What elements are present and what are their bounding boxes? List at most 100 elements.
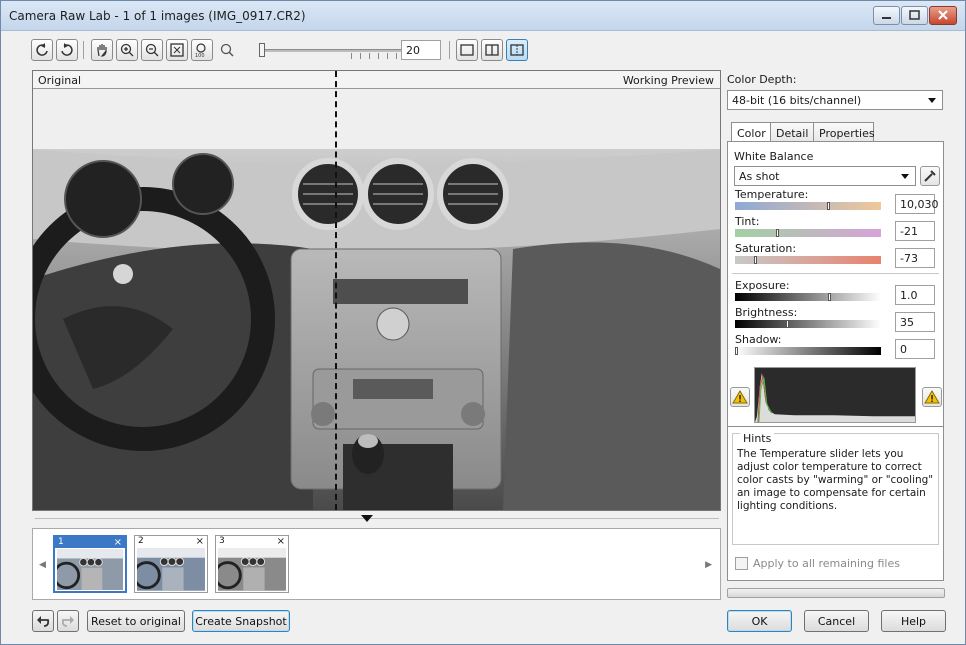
warning-icon bbox=[924, 390, 940, 404]
temperature-slider[interactable] bbox=[735, 202, 881, 210]
color-depth-value: 48-bit (16 bits/channel) bbox=[732, 94, 862, 107]
zoom-out-button[interactable] bbox=[141, 39, 163, 61]
brightness-slider[interactable] bbox=[735, 320, 881, 328]
shadow-label: Shadow: bbox=[735, 333, 782, 346]
shadow-slider[interactable] bbox=[735, 347, 881, 355]
thumbnail-2[interactable]: 2 × bbox=[134, 535, 208, 593]
ok-button[interactable]: OK bbox=[727, 610, 792, 632]
single-view-icon bbox=[460, 44, 474, 56]
maximize-icon bbox=[909, 10, 920, 20]
rotate-left-button[interactable] bbox=[31, 39, 53, 61]
progress-bar bbox=[727, 588, 945, 598]
white-balance-label: White Balance bbox=[734, 150, 814, 163]
actual-size-button[interactable]: 100 bbox=[191, 39, 213, 61]
tint-slider[interactable] bbox=[735, 229, 881, 237]
tint-slider-thumb[interactable] bbox=[776, 229, 779, 237]
tint-label: Tint: bbox=[735, 215, 760, 228]
zoom-tool-button[interactable] bbox=[216, 39, 238, 61]
zoom-slider-track[interactable] bbox=[261, 49, 421, 52]
tab-color[interactable]: Color bbox=[731, 122, 771, 143]
scroll-left-icon[interactable]: ◀ bbox=[39, 560, 46, 570]
thumbnail-header: 3 × bbox=[216, 536, 288, 547]
thumbnail-image bbox=[218, 548, 286, 591]
pan-tool-button[interactable] bbox=[91, 39, 113, 61]
thumbnail-1[interactable]: 1 × bbox=[53, 535, 127, 593]
thumbnail-image bbox=[57, 549, 123, 591]
redo-button[interactable] bbox=[57, 610, 79, 632]
color-depth-label: Color Depth: bbox=[727, 73, 797, 86]
saturation-label: Saturation: bbox=[735, 242, 797, 255]
hints-group: Hints The Temperature slider lets you ad… bbox=[732, 432, 939, 545]
undo-button[interactable] bbox=[32, 610, 54, 632]
zoom-in-button[interactable] bbox=[116, 39, 138, 61]
brightness-field[interactable]: 35 bbox=[895, 312, 935, 332]
saturation-slider[interactable] bbox=[735, 256, 881, 264]
shadow-field[interactable]: 0 bbox=[895, 339, 935, 359]
eyedropper-icon bbox=[924, 170, 936, 182]
thumbnail-header: 2 × bbox=[135, 536, 207, 547]
collapse-filmstrip-arrow-icon[interactable] bbox=[361, 515, 373, 522]
white-balance-select[interactable]: As shot bbox=[734, 166, 916, 186]
thumbnail-number: 2 bbox=[138, 536, 144, 546]
hints-text: The Temperature slider lets you adjust c… bbox=[737, 448, 934, 512]
color-depth-select[interactable]: 48-bit (16 bits/channel) bbox=[727, 90, 943, 110]
tint-field[interactable]: -21 bbox=[895, 221, 935, 241]
brightness-slider-thumb[interactable] bbox=[786, 320, 789, 328]
apply-all-checkbox[interactable] bbox=[735, 557, 748, 570]
shadow-clipping-warning-button[interactable] bbox=[730, 387, 750, 407]
eyedropper-button[interactable] bbox=[920, 166, 940, 186]
temperature-slider-thumb[interactable] bbox=[827, 202, 830, 210]
exposure-field[interactable]: 1.0 bbox=[895, 285, 935, 305]
reset-to-original-button[interactable]: Reset to original bbox=[87, 610, 185, 632]
warning-icon bbox=[732, 390, 748, 404]
title-bar[interactable]: Camera Raw Lab - 1 of 1 images (IMG_0917… bbox=[1, 1, 965, 31]
window-title: Camera Raw Lab - 1 of 1 images (IMG_0917… bbox=[9, 9, 306, 23]
fit-icon bbox=[170, 43, 184, 57]
split-divider[interactable] bbox=[335, 71, 337, 510]
brightness-label: Brightness: bbox=[735, 306, 798, 319]
single-view-button[interactable] bbox=[456, 39, 478, 61]
help-button[interactable]: Help bbox=[881, 610, 946, 632]
create-snapshot-button[interactable]: Create Snapshot bbox=[192, 610, 290, 632]
hints-panel: Hints The Temperature slider lets you ad… bbox=[727, 426, 944, 581]
zoom-slider-thumb[interactable] bbox=[259, 43, 265, 57]
shadow-slider-thumb[interactable] bbox=[735, 347, 738, 355]
saturation-slider-thumb[interactable] bbox=[754, 256, 757, 264]
thumbnail-number: 1 bbox=[58, 537, 64, 547]
image-preview[interactable]: Original Working Preview bbox=[32, 70, 721, 511]
split-view-alt-button[interactable] bbox=[506, 39, 528, 61]
exposure-slider-thumb[interactable] bbox=[828, 293, 831, 301]
thumbnail-close-icon[interactable]: × bbox=[277, 536, 285, 547]
close-button[interactable] bbox=[929, 6, 957, 25]
fit-to-window-button[interactable] bbox=[166, 39, 188, 61]
maximize-button[interactable] bbox=[901, 6, 928, 25]
rotate-right-button[interactable] bbox=[56, 39, 78, 61]
preview-header: Original Working Preview bbox=[33, 71, 720, 89]
thumbnail-close-icon[interactable]: × bbox=[196, 536, 204, 547]
thumbnail-3[interactable]: 3 × bbox=[215, 535, 289, 593]
redo-icon bbox=[61, 616, 74, 627]
tab-properties[interactable]: Properties bbox=[813, 122, 875, 142]
split-view-button[interactable] bbox=[481, 39, 503, 61]
zoom-icon bbox=[220, 43, 234, 57]
temperature-label: Temperature: bbox=[735, 188, 809, 201]
exposure-slider[interactable] bbox=[735, 293, 881, 301]
original-label: Original bbox=[38, 74, 82, 87]
temperature-field[interactable]: 10,030 bbox=[895, 194, 939, 214]
thumbnail-header: 1 × bbox=[55, 537, 125, 548]
cancel-button[interactable]: Cancel bbox=[804, 610, 869, 632]
minimize-button[interactable] bbox=[873, 6, 900, 25]
hints-title: Hints bbox=[740, 432, 775, 445]
tab-detail[interactable]: Detail bbox=[770, 122, 814, 142]
thumbnail-number: 3 bbox=[219, 536, 225, 546]
filmstrip-divider bbox=[35, 518, 719, 519]
split-view-alt-icon bbox=[510, 44, 524, 56]
highlight-clipping-warning-button[interactable] bbox=[922, 387, 942, 407]
saturation-field[interactable]: -73 bbox=[895, 248, 935, 268]
scroll-right-icon[interactable]: ▶ bbox=[705, 560, 712, 570]
rotate-left-icon bbox=[36, 43, 48, 56]
zoom-value-field[interactable]: 20 bbox=[401, 40, 441, 60]
car-interior-photo bbox=[33, 89, 720, 510]
apply-all-label[interactable]: Apply to all remaining files bbox=[753, 557, 900, 570]
thumbnail-close-icon[interactable]: × bbox=[114, 537, 122, 548]
